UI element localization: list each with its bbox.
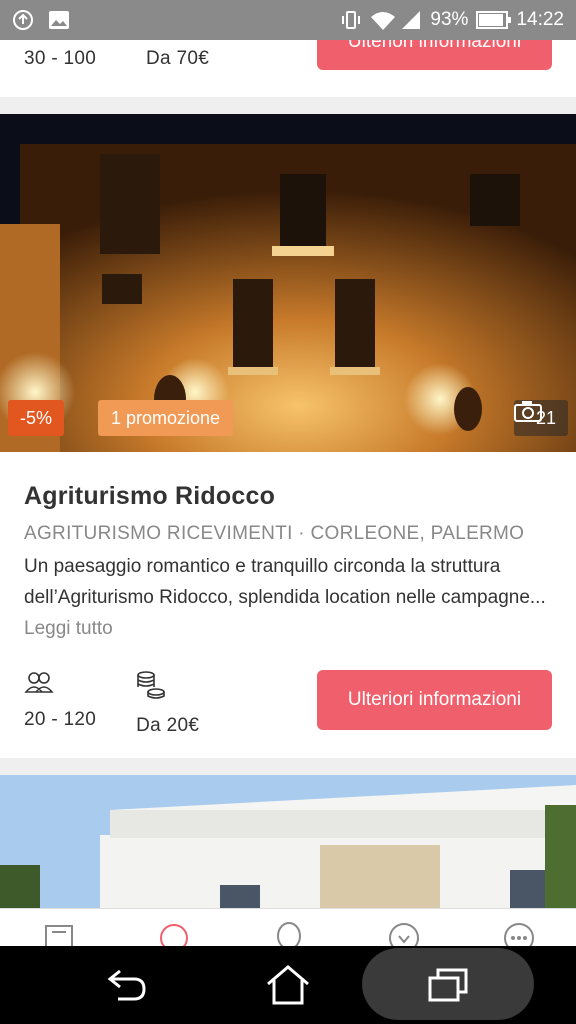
more-info-button[interactable]: Ulteriori informazioni [317, 670, 552, 730]
heart-check-icon [389, 923, 420, 946]
venue-stats: 20 - 120 Da 20€ [24, 670, 199, 737]
venue-photo-illustration [0, 114, 576, 452]
back-button[interactable] [68, 946, 188, 1024]
price-value: Da 20€ [136, 715, 200, 736]
venue-description: Un paesaggio romantico e tranquillo circ… [24, 551, 552, 644]
tab-more[interactable] [488, 909, 548, 946]
status-bar: 93% 14:22 [0, 0, 576, 40]
coins-icon [136, 670, 199, 705]
capacity-stat: 20 - 120 [24, 670, 96, 737]
tab-inspiration[interactable] [258, 909, 318, 946]
home-button[interactable] [228, 946, 348, 1024]
recent-apps-icon [428, 968, 468, 1002]
guests-icon [24, 670, 96, 699]
bottom-tab-bar [0, 908, 576, 946]
previous-price: Da 70€ [146, 48, 210, 69]
discount-badge: -5% [8, 400, 65, 436]
signal-icon [400, 9, 422, 31]
system-navigation-bar [0, 946, 576, 1024]
home-icon [267, 965, 309, 1005]
next-venue-photo[interactable] [0, 775, 576, 925]
promotion-badge[interactable]: 1 promozione [98, 400, 234, 436]
more-icon [504, 923, 535, 946]
battery-percent: 93% [430, 9, 469, 30]
back-icon [107, 969, 146, 1001]
read-more-link[interactable]: Leggi tutto [24, 618, 113, 639]
venue-photo[interactable]: -5% 1 promozione 21 [0, 114, 576, 452]
previous-more-info-button[interactable]: Ulteriori informazioni [317, 40, 552, 70]
tab-notebook[interactable] [28, 909, 88, 946]
description-text: Un paesaggio romantico e tranquillo circ… [24, 556, 546, 608]
venue-category-location: AGRITURISMO RICEVIMENTI · CORLEONE, PALE… [24, 523, 525, 544]
notebook-icon [44, 925, 73, 946]
upload-icon [12, 9, 34, 31]
photo-count-badge[interactable]: 21 [513, 400, 568, 436]
battery-icon [476, 11, 512, 29]
previous-venue-card: 30 - 100 Da 70€ Ulteriori informazioni [0, 40, 576, 97]
tab-favorites[interactable] [373, 909, 433, 946]
tab-venues[interactable] [143, 909, 203, 946]
wifi-icon [370, 9, 396, 31]
capacity-value: 20 - 120 [24, 709, 97, 730]
venue-card[interactable]: -5% 1 promozione 21 Agriturismo Ridocco … [0, 114, 576, 758]
venue-title[interactable]: Agriturismo Ridocco [24, 482, 552, 511]
price-stat: Da 20€ [136, 670, 199, 737]
balloon-icon [276, 922, 301, 946]
vibrate-icon [340, 9, 362, 31]
previous-capacity: 30 - 100 [24, 48, 97, 69]
clock: 14:22 [516, 9, 564, 30]
image-icon [48, 9, 70, 31]
next-venue-illustration [0, 775, 576, 925]
recent-apps-button[interactable] [388, 946, 508, 1024]
ring-icon [159, 924, 188, 946]
